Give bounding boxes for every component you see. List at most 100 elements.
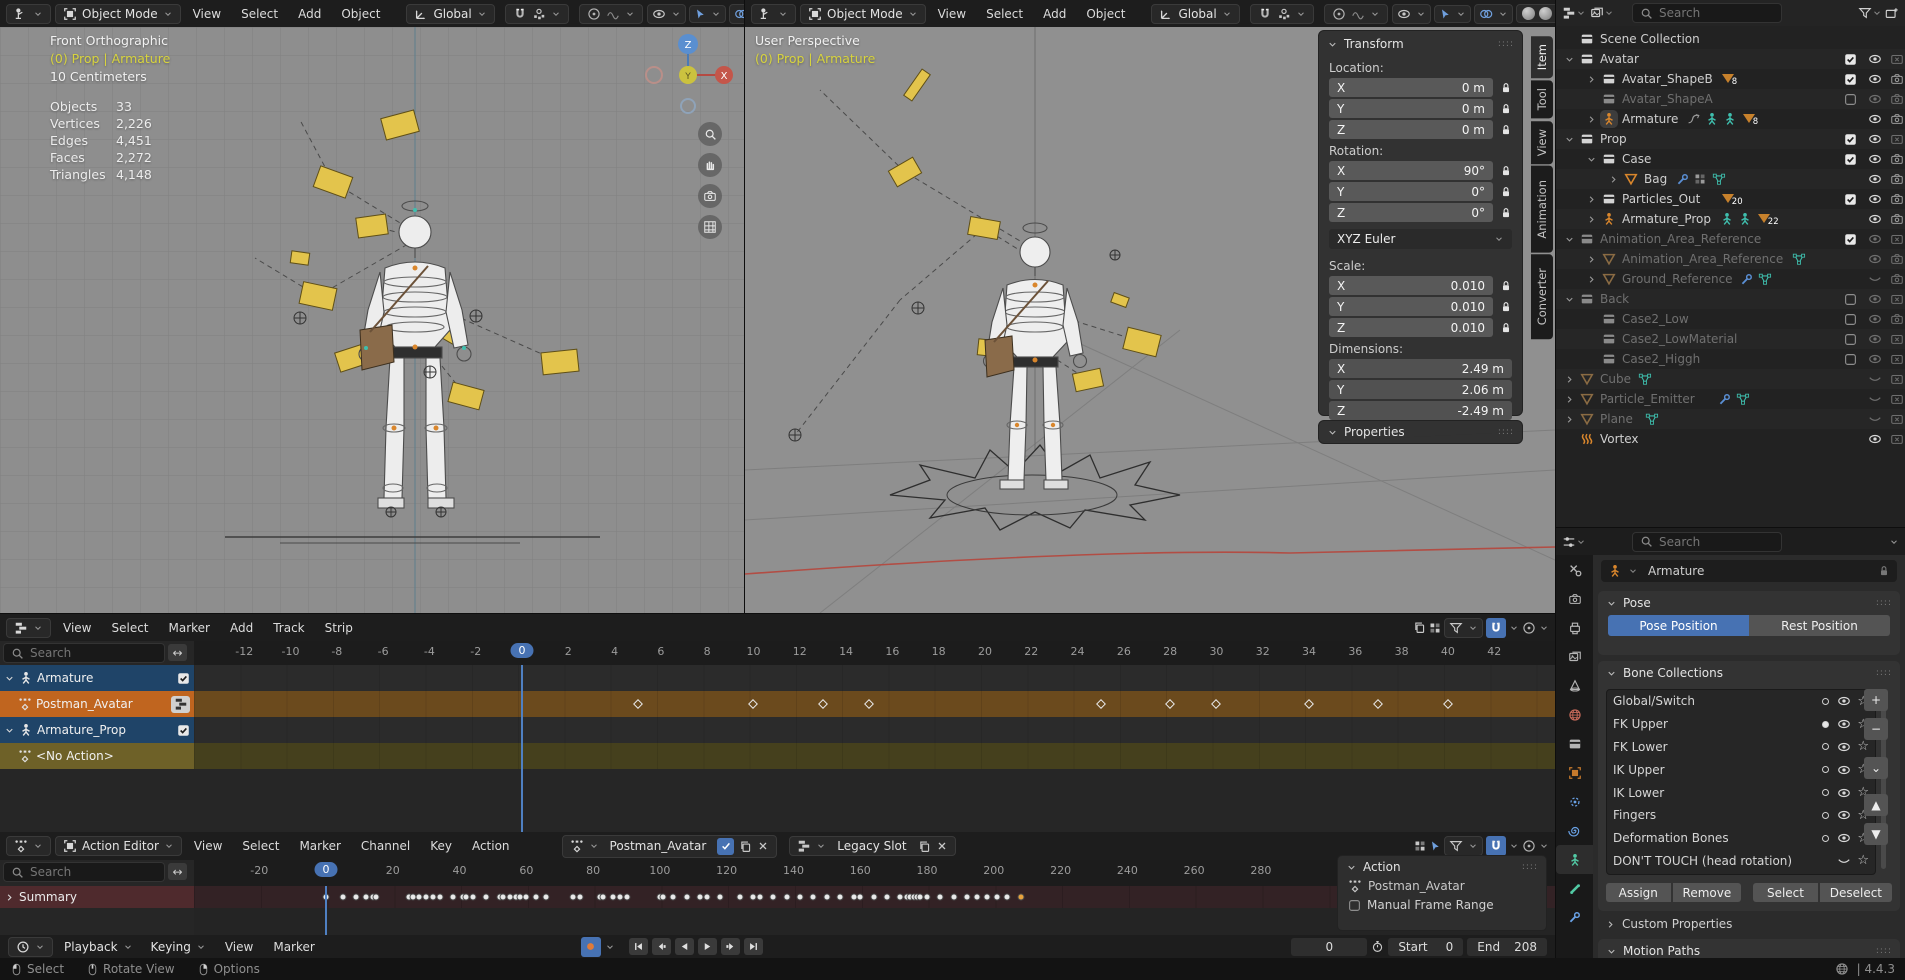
outliner-item-case2-lowmaterial[interactable]: Case2_LowMaterial [1556, 329, 1905, 349]
eye-icon[interactable] [1837, 808, 1851, 822]
transform-field[interactable]: Y0 m [1329, 99, 1493, 118]
keyframe-dot[interactable] [810, 894, 817, 901]
nla-menu-select[interactable]: Select [103, 619, 156, 637]
eye-icon[interactable] [1868, 332, 1882, 346]
keyframe-dot[interactable] [683, 894, 690, 901]
collapse-caret-icon[interactable] [1564, 374, 1575, 385]
camera-icon[interactable] [1890, 112, 1904, 126]
nla-snapping-toggle[interactable] [1486, 618, 1506, 638]
deselect-button[interactable]: Deselect [1820, 883, 1892, 902]
tab-view-layer[interactable] [1556, 642, 1593, 671]
move-up-button[interactable]: ▲ [1864, 794, 1888, 816]
keyframe-diamond[interactable] [818, 699, 828, 709]
current-frame-field[interactable]: 0 [1291, 938, 1367, 956]
menu-view[interactable]: View [930, 5, 974, 23]
checkbox-unchecked-icon[interactable] [1844, 93, 1857, 106]
bone-collection-row[interactable]: FK Upper☆ [1607, 713, 1875, 736]
assign-button[interactable]: Assign [1606, 883, 1671, 902]
transform-field[interactable]: Y0° [1329, 182, 1493, 201]
filter-icon[interactable] [1858, 6, 1882, 20]
transform-field[interactable]: Z0° [1329, 203, 1493, 222]
keyframe-dot[interactable] [717, 894, 724, 901]
outliner-item-ground-reference[interactable]: Ground_Reference [1556, 269, 1905, 289]
keyframe-dot[interactable] [703, 894, 710, 901]
checkbox-unchecked-icon[interactable] [1348, 899, 1361, 912]
eye-icon[interactable] [1868, 252, 1882, 266]
outliner-item-back[interactable]: Back [1556, 289, 1905, 309]
chevron-down-icon[interactable] [1606, 598, 1617, 609]
transform-field[interactable]: X0 m [1329, 78, 1493, 97]
navigation-gizmo[interactable]: Z X Y [640, 30, 740, 125]
checkbox-checked-icon[interactable] [1844, 53, 1857, 66]
play-button[interactable] [698, 938, 717, 955]
nla-search-input[interactable] [30, 646, 157, 660]
eye-icon[interactable] [1868, 232, 1882, 246]
chevron-down-icon[interactable] [1509, 623, 1519, 633]
summary-channel[interactable]: Summary [0, 886, 194, 908]
snapping-group[interactable] [505, 4, 569, 24]
eye-icon[interactable] [1868, 312, 1882, 326]
keyframe-dot[interactable] [837, 894, 844, 901]
specials-menu-button[interactable]: ⌄ [1864, 757, 1888, 779]
expand-caret-icon[interactable] [4, 725, 15, 736]
checkbox-checked-icon[interactable] [1844, 153, 1857, 166]
visibility-dropdown[interactable] [647, 4, 686, 24]
collapse-caret-icon[interactable] [1564, 394, 1575, 405]
tab-bone-constraint[interactable] [1556, 903, 1593, 932]
outliner-search-input[interactable] [1659, 6, 1774, 20]
select-button[interactable]: Select [1753, 883, 1818, 902]
eye-icon[interactable] [1837, 740, 1851, 754]
menu-add[interactable]: Add [290, 5, 329, 23]
camera-icon[interactable] [1890, 152, 1904, 166]
keyframe-dot[interactable] [797, 894, 804, 901]
menu-add[interactable]: Add [1035, 5, 1074, 23]
frame-start-field[interactable]: Start0 [1388, 938, 1463, 956]
nla-menu-add[interactable]: Add [222, 619, 261, 637]
checkbox-checked-icon[interactable] [177, 724, 190, 737]
expand-caret-icon[interactable] [1564, 294, 1575, 305]
camera-disabled-icon[interactable] [1890, 132, 1904, 146]
keyframe-diamond[interactable] [1211, 699, 1221, 709]
timeline-playback-dropdown[interactable]: Playback [57, 938, 140, 956]
timeline-menu-view[interactable]: View [217, 938, 261, 956]
properties-search[interactable] [1632, 532, 1782, 552]
keyframe-dot[interactable] [950, 894, 957, 901]
keyframe-dot[interactable] [670, 894, 677, 901]
outliner-item-particles-out[interactable]: Particles_Out20 [1556, 189, 1905, 209]
outliner-item-armature[interactable]: Armature8 [1556, 109, 1905, 129]
outliner-item-avatar-shapeb[interactable]: Avatar_ShapeB8 [1556, 69, 1905, 89]
keyframe-diamond[interactable] [1165, 699, 1175, 709]
nla-search[interactable] [3, 643, 165, 663]
chevron-down-icon[interactable] [1539, 623, 1549, 633]
tab-bone[interactable] [1556, 874, 1593, 903]
falloff-icon[interactable] [1522, 621, 1536, 635]
zoom-icon[interactable] [698, 122, 722, 146]
sidebar-tab-tool[interactable]: Tool [1531, 80, 1553, 118]
expand-caret-icon[interactable] [1586, 154, 1597, 165]
camera-disabled-icon[interactable] [1890, 332, 1904, 346]
collapse-caret-icon[interactable] [1586, 194, 1597, 205]
lock-icon[interactable] [1500, 103, 1512, 115]
dope-filter-dropdown[interactable] [1444, 836, 1483, 856]
dope-search[interactable] [3, 862, 165, 882]
solo-dot-icon[interactable] [1822, 789, 1829, 796]
camera-disabled-icon[interactable] [1890, 412, 1904, 426]
lock-icon[interactable] [1500, 124, 1512, 136]
editor-type-button[interactable] [751, 4, 796, 24]
collapse-caret-icon[interactable] [1586, 74, 1597, 85]
eye-icon[interactable] [1868, 192, 1882, 206]
outliner-item-bag[interactable]: Bag [1556, 169, 1905, 189]
tab-collection[interactable] [1556, 729, 1593, 758]
properties-subpanel-collapsed[interactable]: Properties:::: [1318, 420, 1523, 444]
camera-disabled-icon[interactable] [1890, 232, 1904, 246]
add-collection-button[interactable]: + [1864, 689, 1888, 711]
auto-keying-toggle[interactable] [581, 937, 601, 957]
eye-icon[interactable] [1837, 717, 1851, 731]
camera-icon[interactable] [1890, 192, 1904, 206]
gizmos-toggle[interactable] [1434, 5, 1471, 23]
dope-menu-view[interactable]: View [186, 837, 230, 855]
bone-collection-row[interactable]: FK Lower☆ [1607, 736, 1875, 759]
pose-position-button[interactable]: Pose Position [1608, 615, 1749, 636]
chevron-down-icon[interactable] [1606, 946, 1617, 957]
eye-icon[interactable] [1837, 786, 1851, 800]
